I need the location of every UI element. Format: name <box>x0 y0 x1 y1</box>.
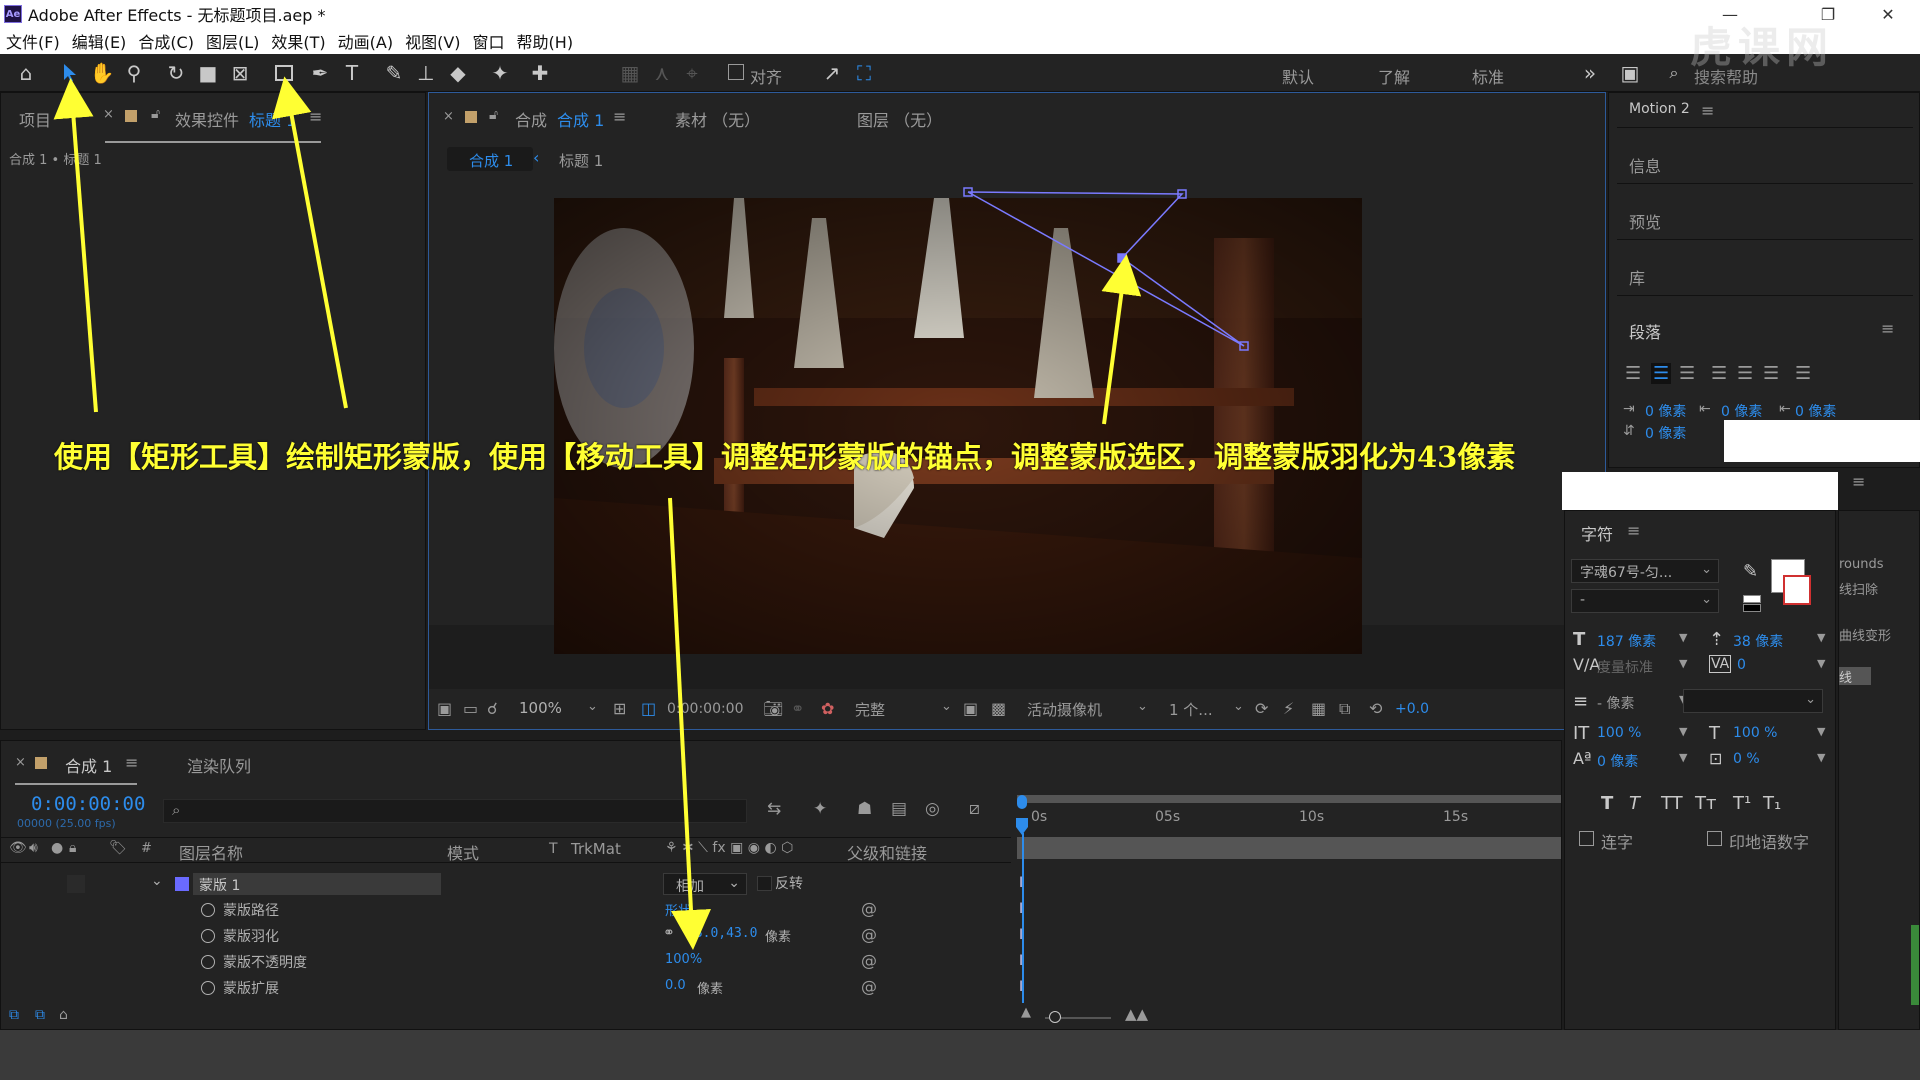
tutorial-annotation: 使用【矩形工具】绘制矩形蒙版，使用【移动工具】调整矩形蒙版的锚点，调整蒙版选区，… <box>54 440 1516 474</box>
arrow-to-selection-tool <box>53 78 98 413</box>
arrow-to-feather-value <box>668 497 711 950</box>
annotation-arrows <box>53 76 1142 950</box>
arrow-to-mask-vertex <box>1101 254 1142 425</box>
arrow-to-rectangle-tool <box>271 76 348 409</box>
